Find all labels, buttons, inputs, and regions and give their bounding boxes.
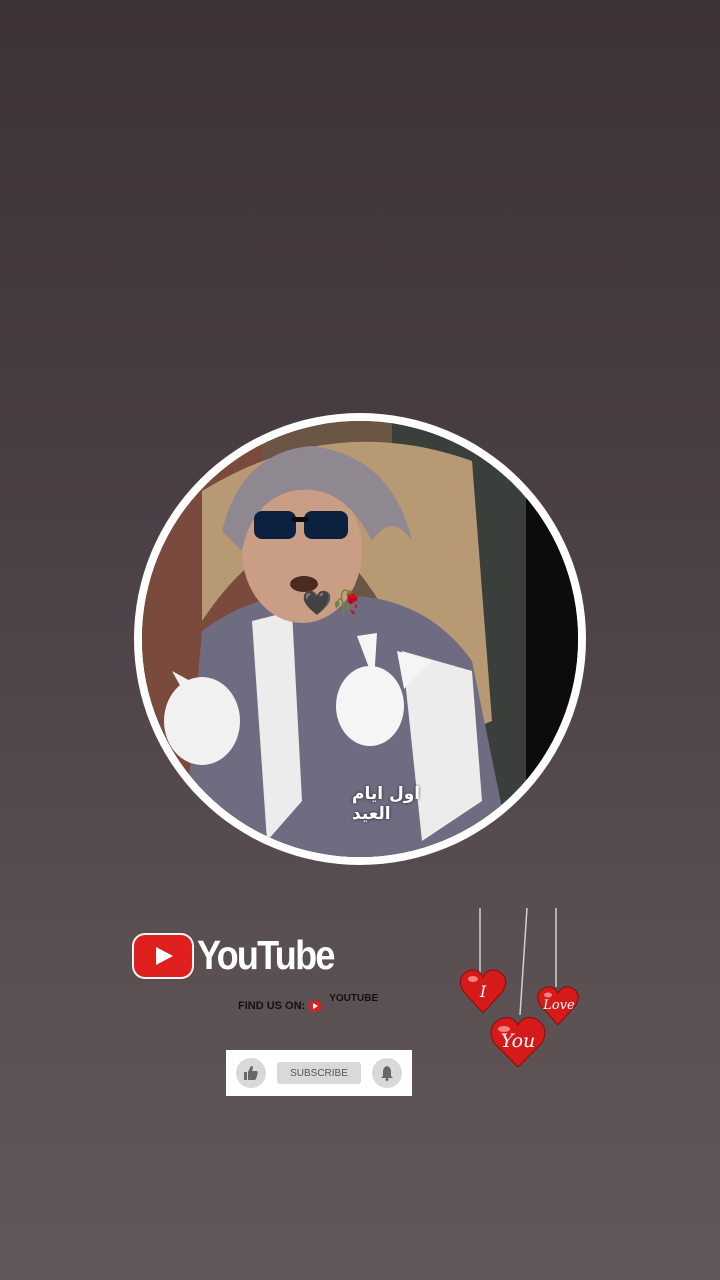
subscribe-button[interactable]: SUBSCRIBE [277,1062,361,1084]
video-caption: اول ايام العيد [352,784,421,824]
emoji-decoration: 🖤🥀 [302,589,362,617]
heart-word-love: Love [542,998,575,1013]
bell-icon [381,1066,393,1081]
youtube-play-icon [134,934,192,977]
heart-word-i: I [479,982,487,1001]
find-us-tag: YOUTUBE [329,992,379,1004]
find-us-line: FIND US ON: YOUTUBE [238,993,378,1013]
mini-youtube-icon [309,1001,322,1011]
thumbs-up-icon [244,1066,258,1080]
like-button[interactable] [236,1058,266,1088]
hanging-hearts-decoration: I Love You [459,907,579,1068]
notification-bell-button[interactable] [372,1058,402,1088]
heart-i: I [459,969,507,1014]
heart-you: You [490,1017,546,1068]
find-us-label: FIND US ON: [238,1000,306,1012]
youtube-logo: YouTube [134,932,352,979]
heart-word-you: You [501,1030,536,1052]
subscribe-bar: SUBSCRIBE [226,1050,412,1096]
heart-love: Love [537,986,579,1026]
youtube-logo-text: YouTube [197,932,335,978]
